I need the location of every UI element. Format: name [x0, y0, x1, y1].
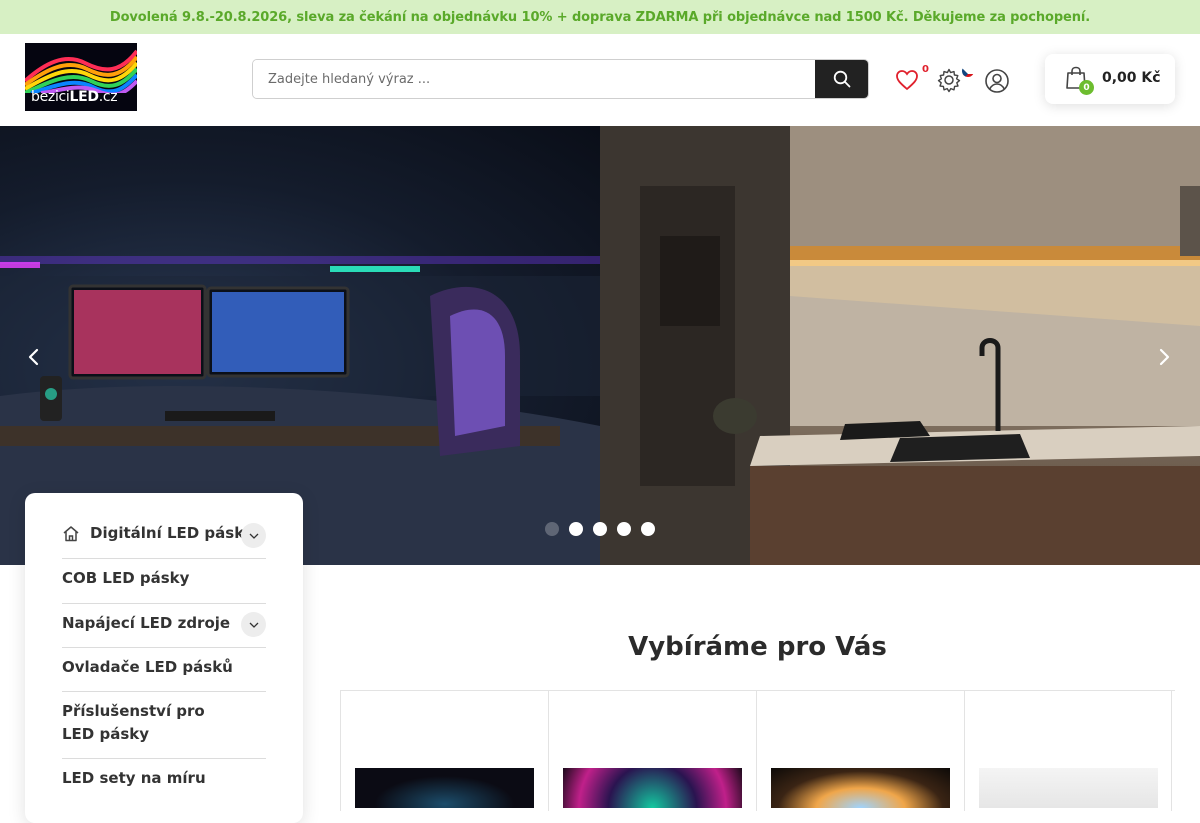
expand-toggle[interactable] — [241, 523, 266, 548]
slider-dot-5[interactable] — [641, 522, 655, 536]
category-sidebar: Digitální LED pásky COB LED pásky Napáje… — [25, 493, 303, 823]
product-card[interactable] — [756, 691, 964, 811]
product-image[interactable] — [563, 768, 742, 808]
product-grid — [340, 690, 1175, 811]
slider-dots — [545, 522, 655, 536]
sidebar-item-label: COB LED pásky — [62, 569, 190, 587]
product-card[interactable] — [340, 691, 548, 811]
sidebar-item-label: Příslušenství pro LED pásky — [62, 702, 205, 743]
sidebar-item-accessories[interactable]: Příslušenství pro LED pásky — [62, 700, 266, 759]
sidebar-item-label: Ovladače LED pásků — [62, 658, 233, 676]
sidebar-item-cob-led[interactable]: COB LED pásky — [62, 567, 266, 604]
chevron-down-icon — [249, 622, 258, 628]
product-image[interactable] — [771, 768, 950, 808]
cart-button[interactable]: 0 0,00 Kč — [1045, 54, 1175, 104]
search-input[interactable] — [253, 60, 816, 98]
czech-flag-icon[interactable] — [962, 65, 974, 77]
slider-dot-2[interactable] — [569, 522, 583, 536]
chevron-right-icon — [1159, 348, 1170, 366]
settings-button[interactable] — [936, 67, 962, 93]
home-icon — [63, 526, 79, 542]
announcement-bar: Dovolená 9.8.-20.8.2026, sleva za čekání… — [0, 0, 1200, 34]
site-header: beziciLED.cz 0 — [0, 34, 1200, 126]
slider-dot-1[interactable] — [545, 522, 559, 536]
cart-total: 0,00 Kč — [1102, 70, 1161, 86]
slide-image-kitchen — [600, 126, 1200, 565]
product-card[interactable] — [964, 691, 1172, 811]
logo-waves-graphic — [25, 49, 137, 93]
sidebar-item-custom-sets[interactable]: LED sety na míru — [62, 767, 266, 803]
product-image[interactable] — [979, 768, 1158, 808]
account-button[interactable] — [983, 67, 1010, 94]
expand-toggle[interactable] — [241, 612, 266, 637]
search-button[interactable] — [815, 60, 868, 98]
sidebar-item-label: LED sety na míru — [62, 769, 206, 787]
chevron-left-icon — [28, 348, 39, 366]
slider-dot-4[interactable] — [617, 522, 631, 536]
wishlist-count: 0 — [922, 64, 929, 75]
slider-next-button[interactable] — [1146, 339, 1182, 375]
search-icon — [833, 70, 850, 88]
product-image[interactable] — [355, 768, 534, 808]
sidebar-item-label: Napájecí LED zdroje — [62, 614, 231, 632]
sidebar-item-power-supplies[interactable]: Napájecí LED zdroje — [62, 612, 266, 648]
cart-count-badge: 0 — [1079, 80, 1094, 95]
slider-dot-3[interactable] — [593, 522, 607, 536]
kitchen-illustration — [600, 126, 1200, 565]
section-title: Vybíráme pro Vás — [628, 632, 887, 662]
announcement-text: Dovolená 9.8.-20.8.2026, sleva za čekání… — [109, 9, 1091, 25]
wishlist-button[interactable] — [894, 68, 920, 92]
sidebar-item-controllers[interactable]: Ovladače LED pásků — [62, 656, 266, 692]
logo-text: beziciLED.cz — [31, 89, 118, 105]
logo-text-bold: LED — [69, 89, 100, 105]
sidebar-item-digital-led[interactable]: Digitální LED pásky — [62, 522, 266, 559]
slider-prev-button[interactable] — [16, 339, 52, 375]
sidebar-item-label: Digitální LED pásky — [90, 524, 254, 542]
gear-icon — [937, 68, 961, 93]
logo-text-suffix: .cz — [98, 89, 118, 105]
site-logo[interactable]: beziciLED.cz — [25, 43, 137, 111]
product-card[interactable] — [548, 691, 756, 811]
search-bar — [252, 59, 869, 99]
logo-text-plain: bezici — [31, 89, 70, 105]
chevron-down-icon — [249, 533, 258, 539]
heart-icon — [896, 70, 918, 91]
user-icon — [984, 68, 1009, 93]
